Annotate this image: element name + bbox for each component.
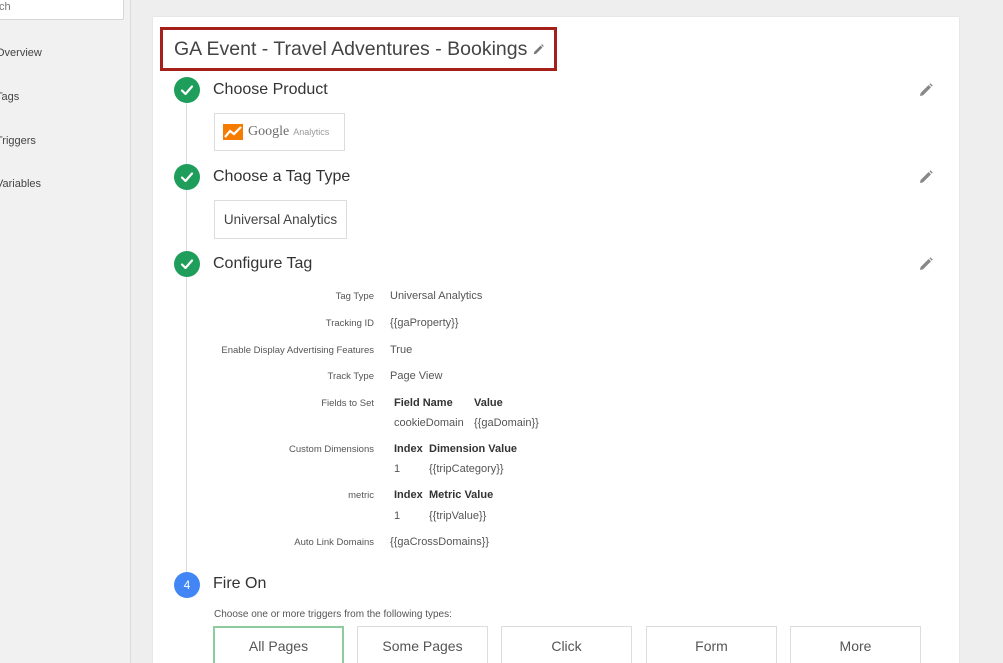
config-value-auto-link: {{gaCrossDomains}} [390,536,490,548]
fields-header-value: Value [474,397,503,409]
config-label-display-ads: Enable Display Advertising Features [221,345,374,356]
check-icon [174,251,200,277]
config-value-display-ads: True [390,344,413,356]
metric-cell-index: 1 [394,510,401,522]
config-label-tracking-id: Tracking ID [325,318,374,329]
trigger-click-button[interactable]: Click [501,626,632,663]
step-choose-product-title: Choose Product [213,81,328,98]
trigger-some-pages-button[interactable]: Some Pages [357,626,488,663]
metric-header-index: Index [394,489,423,501]
dimensions-header-value: Dimension Value [429,443,518,455]
pencil-icon[interactable] [533,43,545,55]
pencil-icon[interactable] [919,257,933,271]
google-analytics-logo [223,124,243,140]
check-icon [174,164,200,190]
config-label-metric: metric [348,490,374,501]
config-value-tracking-id: {{gaProperty}} [390,317,459,329]
config-label-tag-type: Tag Type [335,291,374,302]
search-box[interactable] [0,0,124,20]
sidebar: Overview Tags Triggers Variables [0,0,131,663]
sidebar-item-tags[interactable]: Tags [0,91,19,103]
fields-header-name: Field Name [394,397,453,409]
config-value-tag-type: Universal Analytics [390,290,483,302]
check-icon [174,77,200,103]
tag-type-card[interactable]: Universal Analytics [214,200,347,239]
config-label-track-type: Track Type [327,371,374,382]
step-choose-tag-type-title: Choose a Tag Type [213,168,351,185]
sidebar-item-variables[interactable]: Variables [0,178,41,190]
tag-title[interactable]: GA Event - Travel Adventures - Bookings [174,38,527,61]
step-configure-tag-title: Configure Tag [213,255,313,272]
fields-cell-value: {{gaDomain}} [474,417,539,429]
pencil-icon[interactable] [919,170,933,184]
metric-header-value: Metric Value [429,489,494,501]
sidebar-item-overview[interactable]: Overview [0,47,42,59]
dimensions-cell-index: 1 [394,463,401,475]
trigger-all-pages-button[interactable]: All Pages [213,626,344,663]
search-input[interactable] [0,0,123,19]
tag-title-box[interactable]: GA Event - Travel Adventures - Bookings [160,27,557,71]
config-value-track-type: Page View [390,370,443,382]
config-label-auto-link: Auto Link Domains [294,537,374,548]
step-fire-on-title: Fire On [213,575,267,592]
config-label-custom-dimensions: Custom Dimensions [289,444,374,455]
fire-on-hint: Choose one or more triggers from the fol… [214,609,452,620]
dimensions-cell-value: {{tripCategory}} [429,463,504,475]
product-card[interactable]: Google Analytics [214,113,345,151]
product-logo-sub: Analytics [293,127,330,137]
pencil-icon[interactable] [919,83,933,97]
metric-cell-value: {{tripValue}} [429,510,487,522]
trigger-form-button[interactable]: Form [646,626,777,663]
config-label-fields-to-set: Fields to Set [321,398,374,409]
tag-editor-card: GA Event - Travel Adventures - Bookings … [153,17,959,663]
step-number-badge: 4 [174,572,200,598]
sidebar-item-triggers[interactable]: Triggers [0,135,36,147]
fields-cell-name: cookieDomain [394,417,464,429]
trigger-more-button[interactable]: More [790,626,921,663]
dimensions-header-index: Index [394,443,423,455]
product-logo-word: Google [248,124,290,139]
